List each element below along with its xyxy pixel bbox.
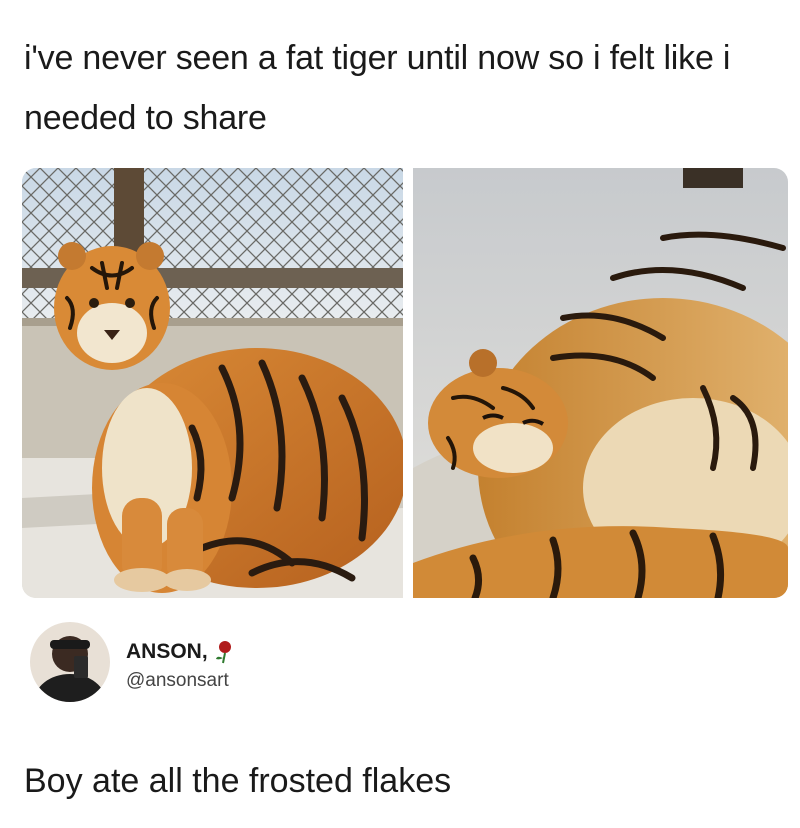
photo-lying-tiger[interactable]	[413, 168, 788, 598]
display-name[interactable]: ANSON,	[126, 640, 208, 664]
reply-text: Boy ate all the frosted flakes	[24, 762, 452, 800]
author-block[interactable]: ANSON, @ansonsart	[30, 622, 430, 712]
rose-icon	[211, 640, 237, 664]
photo-grid	[22, 168, 788, 598]
post-text: i've never seen a fat tiger until now so…	[24, 39, 731, 137]
avatar[interactable]	[30, 622, 110, 702]
user-handle[interactable]: @ansonsart	[126, 670, 229, 692]
photo-sitting-tiger[interactable]	[22, 168, 403, 598]
name-row: ANSON,	[126, 640, 237, 664]
